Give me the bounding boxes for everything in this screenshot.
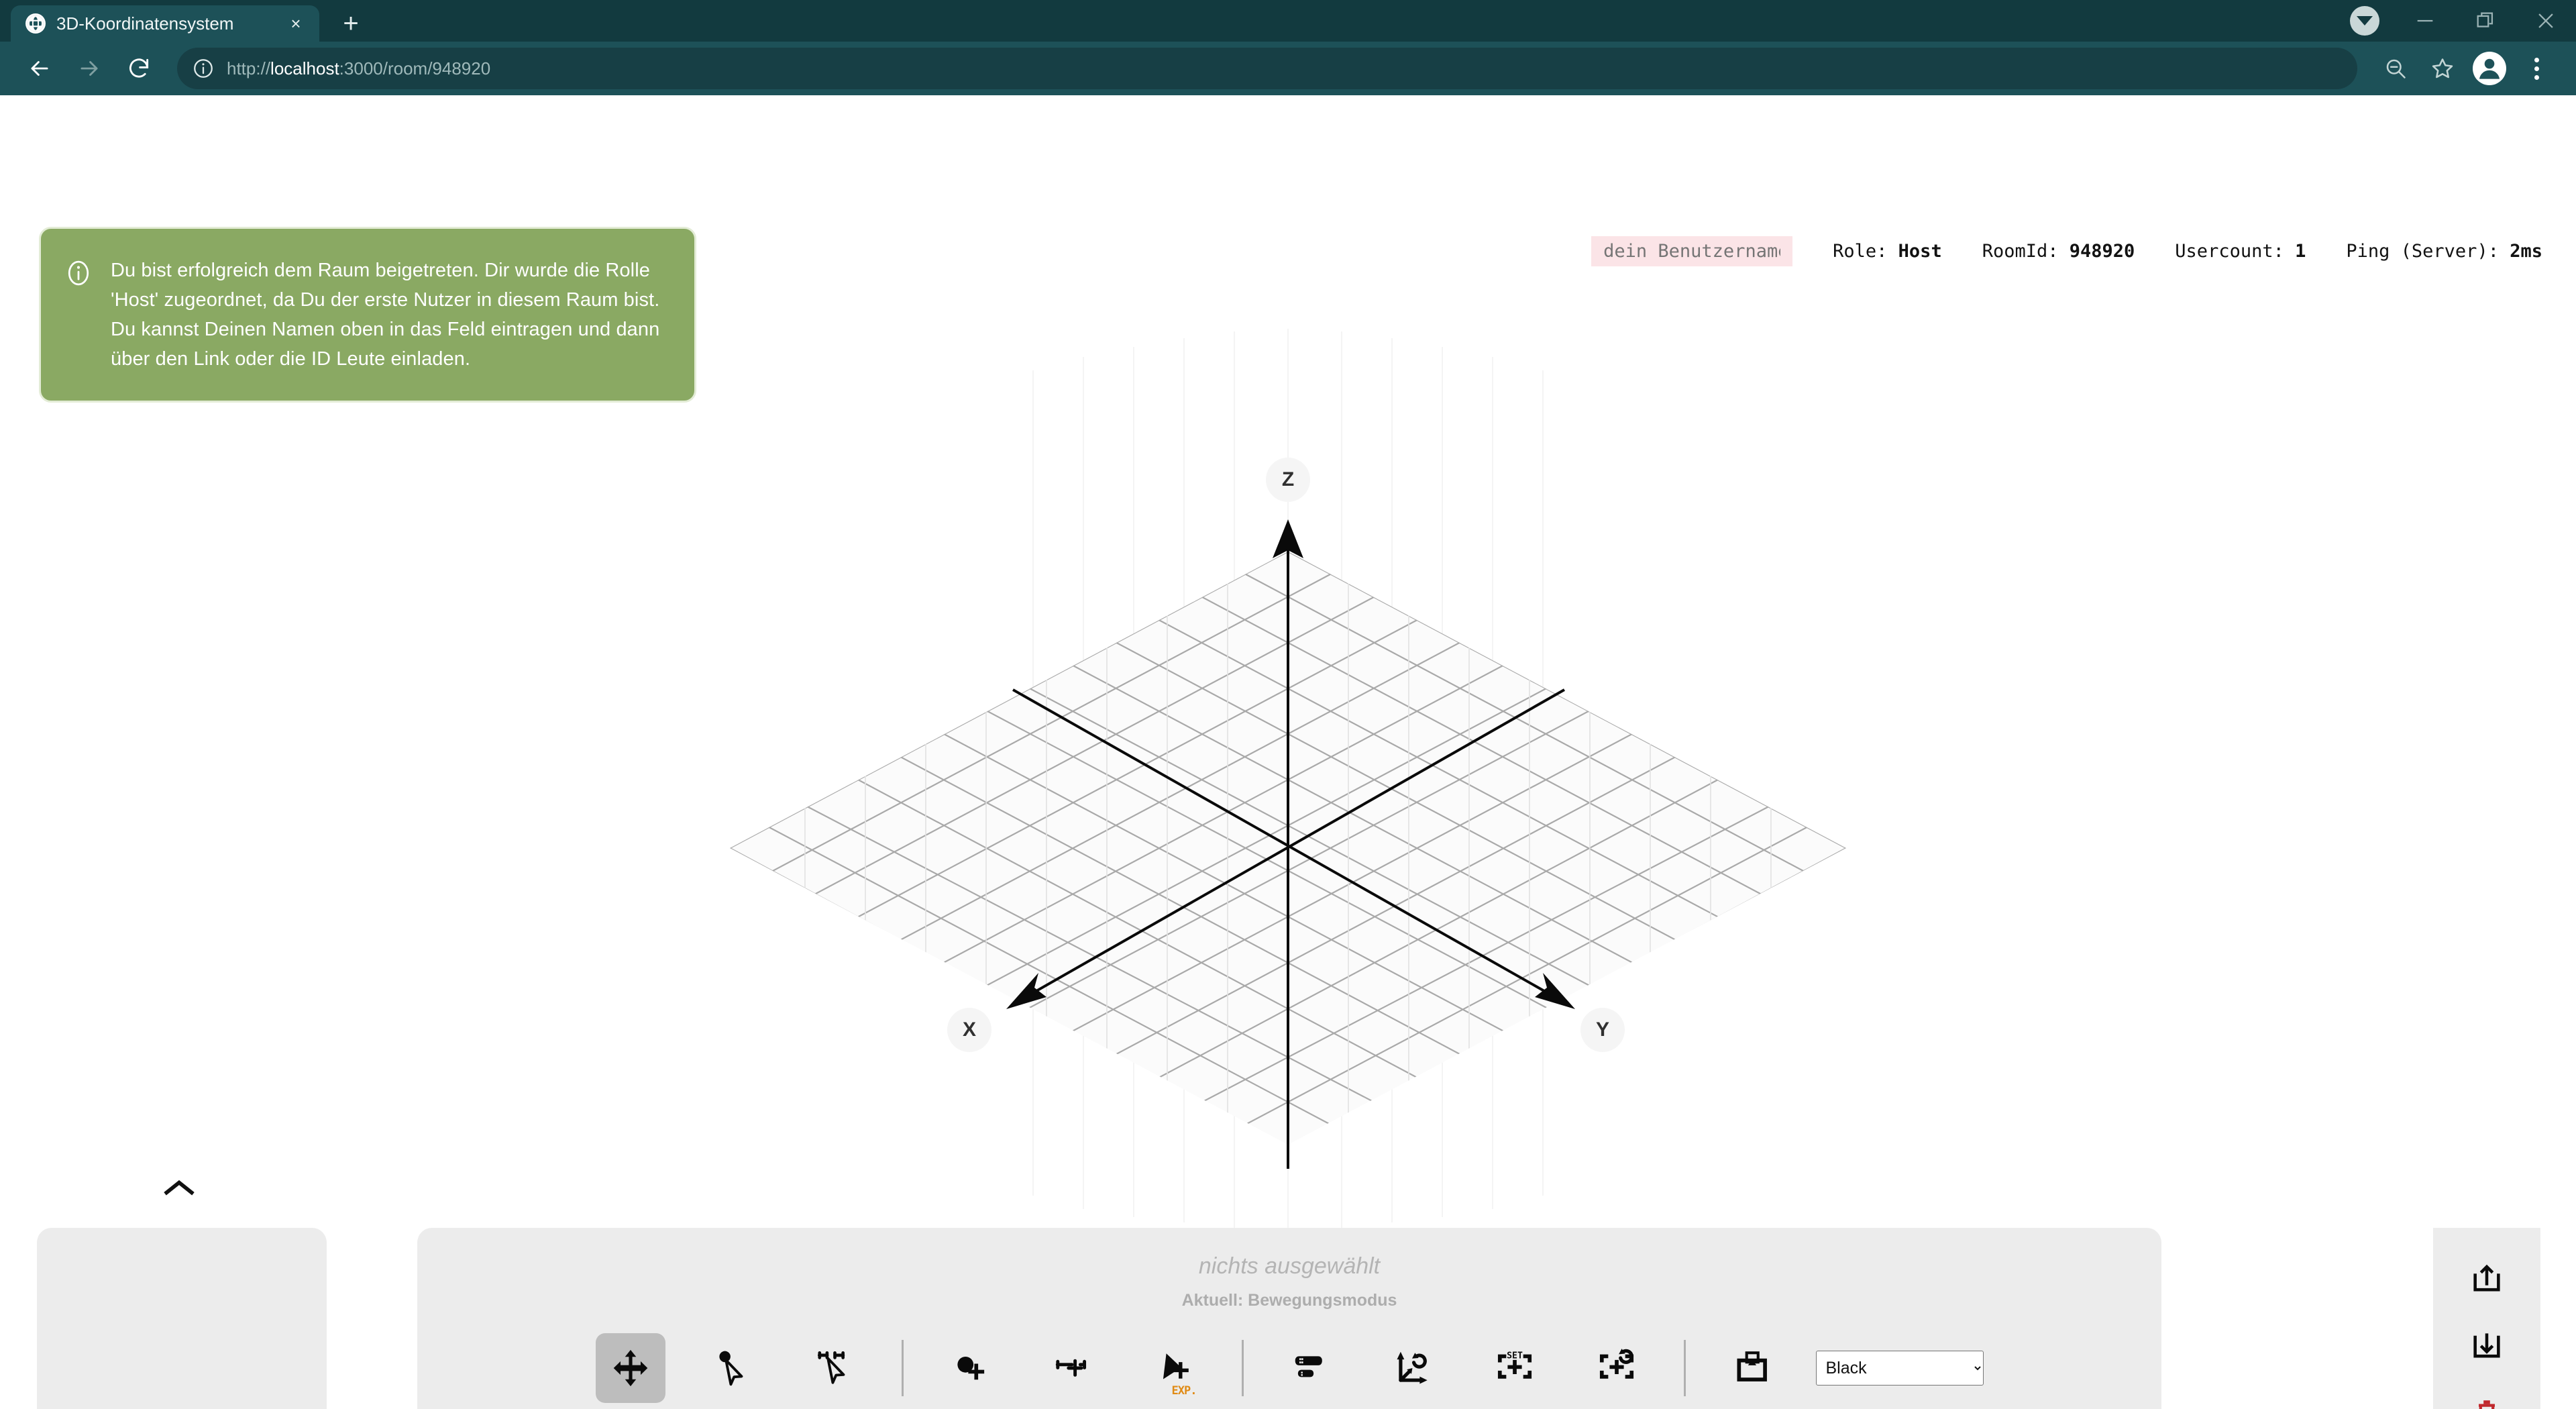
axis-label-x: X: [947, 1008, 991, 1052]
cursor-measure-icon: [817, 1351, 845, 1384]
toolbar-divider-2: [1241, 1340, 1244, 1396]
profile-avatar[interactable]: [2467, 46, 2512, 91]
status-role-value: Host: [1898, 241, 1942, 262]
toolbar-divider-3: [1683, 1340, 1686, 1396]
color-select[interactable]: Black: [1815, 1351, 1984, 1386]
cursor-point-icon: [718, 1351, 743, 1386]
page-content: Z X Y Du bist erfolgreich dem Raum beige…: [0, 95, 2576, 1409]
avatar: [2473, 52, 2506, 85]
kebab-menu-icon: [2534, 57, 2539, 80]
site-info-icon[interactable]: [192, 57, 215, 80]
tool-color-picker[interactable]: [1718, 1333, 1788, 1403]
bookmark-star-icon[interactable]: [2420, 46, 2465, 91]
tool-rotate-axes[interactable]: [1378, 1333, 1448, 1403]
toast-message: Du bist erfolgreich dem Raum beigetreten…: [111, 260, 660, 370]
exp-badge: EXP.: [1171, 1384, 1197, 1398]
status-role: Role: Host: [1833, 241, 1942, 262]
url-text: http://localhost:3000/room/948920: [227, 58, 490, 79]
current-mode-label: Aktuell: Bewegungsmodus: [1181, 1291, 1397, 1310]
status-ping: Ping (Server): 2ms: [2346, 241, 2542, 262]
window-controls: [2334, 0, 2576, 42]
status-roomid: RoomId: 948920: [1982, 241, 2135, 262]
browser-window: 3D-Koordinatensystem × + http://localhos…: [0, 0, 2576, 1409]
upload-icon: [2473, 1265, 2500, 1292]
tool-reset-origin[interactable]: [1582, 1333, 1652, 1403]
close-window-button[interactable]: [2516, 0, 2576, 42]
tool-add-vector-exp[interactable]: EXP.: [1140, 1333, 1210, 1403]
address-bar[interactable]: http://localhost:3000/room/948920: [177, 48, 2357, 89]
cursor-plus-icon: [1163, 1353, 1189, 1379]
url-path: :3000/room/948920: [339, 58, 491, 79]
forward-button[interactable]: [67, 46, 111, 91]
globe-icon: [25, 13, 46, 34]
tool-add-point[interactable]: [936, 1333, 1006, 1403]
tab-strip: 3D-Koordinatensystem × +: [0, 0, 2576, 42]
tab-title: 3D-Koordinatensystem: [56, 13, 234, 34]
chevron-up-icon: [164, 1180, 195, 1196]
status-usercount: Usercount: 1: [2175, 241, 2306, 262]
move-arrows-icon: [613, 1349, 647, 1387]
browser-menu-button[interactable]: [2514, 46, 2559, 91]
info-toast[interactable]: Du bist erfolgreich dem Raum beigetreten…: [39, 227, 696, 403]
status-ping-value: 2ms: [2510, 241, 2542, 262]
tool-move-mode[interactable]: [595, 1333, 665, 1403]
axes-rotate-icon: [1396, 1351, 1428, 1384]
toolbar-actions: [2373, 46, 2559, 91]
new-tab-button[interactable]: +: [331, 7, 370, 40]
room-status-bar: Role: Host RoomId: 948920 Usercount: 1 P…: [1591, 236, 2542, 266]
zoom-out-icon[interactable]: [2373, 46, 2418, 91]
axis-label-z: Z: [1266, 458, 1310, 502]
browser-tab[interactable]: 3D-Koordinatensystem ×: [11, 5, 319, 42]
navigation-bar: http://localhost:3000/room/948920: [0, 42, 2576, 95]
url-host: localhost: [270, 58, 339, 79]
export-button[interactable]: [2462, 1255, 2512, 1304]
tool-set-origin[interactable]: SET: [1480, 1333, 1550, 1403]
selection-title: nichts ausgewählt: [1198, 1253, 1381, 1279]
tool-toggle-units[interactable]: [1276, 1333, 1346, 1403]
tool-bar: EXP. SET Black: [417, 1333, 2161, 1403]
reload-button[interactable]: [117, 46, 161, 91]
frame-rotate-plus-icon: [1599, 1349, 1633, 1379]
measure-plus-icon: [1055, 1359, 1086, 1377]
status-usercount-value: 1: [2295, 241, 2306, 262]
collapse-panel-button[interactable]: [156, 1167, 203, 1208]
point-plus-icon: [957, 1356, 984, 1380]
bars-icon: [1295, 1356, 1322, 1377]
chevron-down-icon: [2350, 6, 2379, 36]
axis-label-y: Y: [1580, 1008, 1625, 1052]
status-roomid-value: 948920: [2069, 241, 2135, 262]
svg-text:SET: SET: [1507, 1351, 1523, 1361]
frame-set-plus-icon: SET: [1497, 1351, 1532, 1379]
tab-search-button[interactable]: [2334, 0, 2395, 42]
color-box-icon: [1736, 1351, 1767, 1381]
toolbar-divider-1: [901, 1340, 904, 1396]
minimize-button[interactable]: [2395, 0, 2455, 42]
left-side-panel[interactable]: [37, 1228, 327, 1409]
back-button[interactable]: [17, 46, 62, 91]
right-action-panel: [2433, 1228, 2540, 1409]
import-button[interactable]: [2462, 1321, 2512, 1371]
delete-button[interactable]: [2462, 1388, 2512, 1409]
tab-close-icon[interactable]: ×: [284, 12, 307, 35]
maximize-button[interactable]: [2455, 0, 2516, 42]
username-input[interactable]: [1591, 236, 1793, 266]
tool-select-measure[interactable]: [800, 1333, 869, 1403]
tool-add-measure[interactable]: [1038, 1333, 1108, 1403]
info-icon: [64, 258, 93, 288]
bottom-control-panel: nichts ausgewählt Aktuell: Bewegungsmodu…: [417, 1228, 2161, 1409]
download-icon: [2473, 1333, 2500, 1358]
tool-select-point[interactable]: [698, 1333, 767, 1403]
trash-icon: [2479, 1400, 2495, 1409]
url-scheme: http://: [227, 58, 271, 79]
